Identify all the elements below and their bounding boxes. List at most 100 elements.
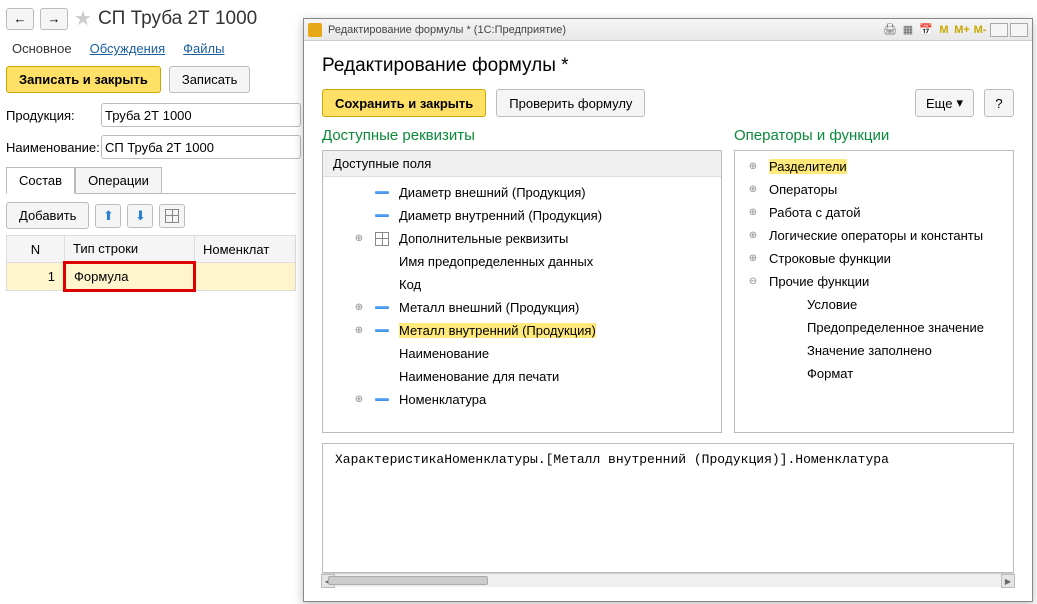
tree-item[interactable]: ⊕Дополнительные реквизиты: [323, 227, 721, 250]
minimize-button[interactable]: [990, 23, 1008, 37]
tree-item-label: Работа с датой: [769, 205, 860, 220]
tree-item-label: Наименование для печати: [399, 369, 559, 384]
cell-n: 1: [7, 263, 65, 291]
expand-icon[interactable]: ⊕: [353, 325, 365, 336]
tree-item[interactable]: Имя предопределенных данных: [323, 250, 721, 273]
tab-discussions[interactable]: Обсуждения: [90, 41, 166, 56]
cell-type[interactable]: Формула: [65, 263, 195, 291]
tree-item[interactable]: Предопределенное значение: [735, 316, 1013, 339]
chevron-down-icon: ▾: [956, 95, 963, 111]
favorite-star-icon[interactable]: ★: [74, 6, 92, 31]
tree-item[interactable]: ⊕Металл внутренний (Продукция): [323, 319, 721, 342]
scroll-thumb[interactable]: [328, 576, 488, 585]
expand-icon[interactable]: ⊕: [747, 161, 759, 172]
expand-icon[interactable]: ⊕: [747, 253, 759, 264]
tree-item-label: Разделители: [769, 159, 847, 174]
tab-operations[interactable]: Операции: [75, 167, 162, 193]
grid-icon: [165, 209, 179, 223]
tree-item[interactable]: ⊕Логические операторы и константы: [735, 224, 1013, 247]
tree-item[interactable]: Диаметр внешний (Продукция): [323, 181, 721, 204]
calc-icon[interactable]: ▦: [900, 22, 916, 38]
tab-files[interactable]: Файлы: [183, 41, 224, 56]
tree-item[interactable]: Значение заполнено: [735, 339, 1013, 362]
tree-item[interactable]: Наименование: [323, 342, 721, 365]
table-row[interactable]: 1 Формула: [7, 263, 296, 291]
arrow-right-icon: →: [48, 11, 61, 26]
tree-item[interactable]: Код: [323, 273, 721, 296]
print-icon[interactable]: 🖨: [882, 22, 898, 38]
col-n[interactable]: N: [7, 236, 65, 263]
more-button[interactable]: Еще▾: [915, 89, 974, 117]
add-row-button[interactable]: Добавить: [6, 202, 89, 229]
product-label: Продукция:: [6, 108, 101, 123]
tree-item[interactable]: ⊕ Строковые функции: [735, 247, 1013, 270]
tree-item[interactable]: Условие: [735, 293, 1013, 316]
available-fields-box: Доступные поля Диаметр внешний (Продукци…: [322, 150, 722, 433]
calendar-icon[interactable]: 📅: [918, 22, 934, 38]
operators-box: ⊕ Разделители ⊕ Операторы ⊕ Работа с датой ⊕Ло…: [734, 150, 1014, 433]
memory-mminus-button[interactable]: M-: [972, 22, 988, 38]
move-down-button[interactable]: ⬇: [127, 204, 153, 228]
tree-item[interactable]: Наименование для печати: [323, 365, 721, 388]
tree-item[interactable]: ⊕ Разделители: [735, 155, 1013, 178]
window-titlebar[interactable]: Редактирование формулы * (1С:Предприятие…: [304, 19, 1032, 41]
expand-icon[interactable]: ⊕: [353, 233, 365, 244]
operators-panel: Операторы и функции ⊕ Разделители ⊕ Операто…: [734, 127, 1014, 433]
operators-title: Операторы и функции: [734, 127, 1014, 144]
grid-settings-button[interactable]: [159, 204, 185, 228]
expand-icon[interactable]: ⊕: [747, 207, 759, 218]
formula-editor-window: Редактирование формулы * (1С:Предприятие…: [303, 18, 1033, 602]
tree-item[interactable]: ⊕Номенклатура: [323, 388, 721, 411]
scroll-right-button[interactable]: ▶: [1001, 574, 1015, 588]
expand-icon[interactable]: ⊕: [353, 302, 365, 313]
tree-item-label: Код: [399, 277, 421, 292]
nav-back-button[interactable]: ←: [6, 8, 34, 30]
tree-item[interactable]: ⊖Прочие функции: [735, 270, 1013, 293]
col-type[interactable]: Тип строки: [65, 236, 195, 263]
tree-item-label: Формат: [807, 366, 853, 381]
memory-mplus-button[interactable]: M+: [954, 22, 970, 38]
save-and-close-button[interactable]: Сохранить и закрыть: [322, 89, 486, 117]
tree-item[interactable]: ⊕ Операторы: [735, 178, 1013, 201]
tree-item[interactable]: Формат: [735, 362, 1013, 385]
field-icon: [375, 398, 389, 401]
editor-heading: Редактирование формулы *: [322, 55, 1014, 77]
field-icon: [375, 329, 389, 332]
editor-panels: Доступные реквизиты Доступные поля Диаме…: [322, 127, 1014, 433]
tree-item-label: Предопределенное значение: [807, 320, 984, 335]
operators-tree[interactable]: ⊕ Разделители ⊕ Операторы ⊕ Работа с датой ⊕Ло…: [735, 151, 1013, 389]
tree-item-label: Металл внешний (Продукция): [399, 300, 579, 315]
table-icon: [375, 232, 389, 246]
inner-tabs: Состав Операции: [6, 167, 296, 194]
check-formula-button[interactable]: Проверить формулу: [496, 89, 645, 117]
tree-item[interactable]: Диаметр внутренний (Продукция): [323, 204, 721, 227]
tree-item[interactable]: ⊕ Металл внешний (Продукция): [323, 296, 721, 319]
col-nomenclature[interactable]: Номенклат: [195, 236, 296, 263]
close-button[interactable]: [1010, 23, 1028, 37]
tree-item-label: Строковые функции: [769, 251, 891, 266]
expand-icon[interactable]: ⊕: [353, 394, 365, 405]
expand-icon[interactable]: ⊖: [747, 276, 759, 287]
save-and-close-button[interactable]: Записать и закрыть: [6, 66, 161, 93]
name-input[interactable]: [101, 135, 301, 159]
cell-nomenclature: [195, 263, 296, 291]
tab-main[interactable]: Основное: [12, 41, 72, 56]
titlebar-icons: 🖨 ▦ 📅 M M+ M-: [882, 22, 1028, 38]
field-icon: [375, 191, 389, 194]
help-button[interactable]: ?: [984, 89, 1014, 117]
save-button[interactable]: Записать: [169, 66, 251, 93]
tree-item[interactable]: ⊕ Работа с датой: [735, 201, 1013, 224]
available-fields-tree[interactable]: Диаметр внешний (Продукция)Диаметр внутр…: [323, 177, 721, 415]
horizontal-scrollbar[interactable]: ◀ ▶: [322, 573, 1014, 587]
formula-textarea[interactable]: ХарактеристикаНоменклатуры.[Металл внутр…: [322, 443, 1014, 573]
move-up-button[interactable]: ⬆: [95, 204, 121, 228]
tree-item-label: Операторы: [769, 182, 837, 197]
expand-icon[interactable]: ⊕: [747, 184, 759, 195]
nav-forward-button[interactable]: →: [40, 8, 68, 30]
memory-m-button[interactable]: M: [936, 22, 952, 38]
window-title: Редактирование формулы * (1С:Предприятие…: [328, 24, 876, 36]
product-input[interactable]: [101, 103, 301, 127]
tab-composition[interactable]: Состав: [6, 167, 75, 194]
tree-item-label: Условие: [807, 297, 857, 312]
expand-icon[interactable]: ⊕: [747, 230, 759, 241]
